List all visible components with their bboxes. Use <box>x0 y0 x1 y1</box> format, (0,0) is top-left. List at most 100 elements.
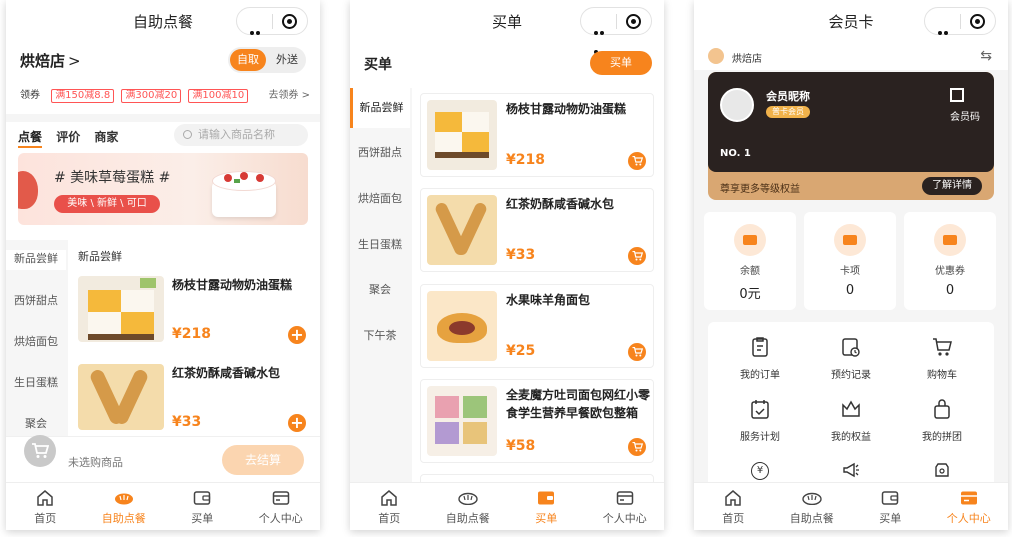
tab-profile[interactable]: 个人中心 <box>586 483 665 530</box>
menu-cart[interactable]: 购物车 <box>902 336 982 381</box>
bread-icon <box>85 488 164 508</box>
tab-pay[interactable]: 买单 <box>507 483 586 530</box>
calendar-check-icon <box>751 400 769 419</box>
member-level-badge: 普卡会员 <box>766 106 810 118</box>
product-card[interactable]: 红茶奶酥咸香碱水包 ¥33 <box>420 188 654 272</box>
add-to-cart-button[interactable] <box>628 247 646 265</box>
sidebar-item-afternoon-tea[interactable]: 下午茶 <box>350 327 410 343</box>
add-to-cart-button[interactable]: + <box>288 326 306 344</box>
banner-subtitle: 美味 \ 新鲜 \ 可口 <box>54 195 160 213</box>
product-image-mango-cake[interactable] <box>78 276 164 342</box>
wallet-icon <box>163 488 242 508</box>
service-grid: 我的订单 预约记录 购物车 服务计划 我的权益 我的拼团 ¥ <box>708 322 994 492</box>
tab-home[interactable]: 首页 <box>350 483 429 530</box>
add-to-cart-button[interactable] <box>628 343 646 361</box>
add-to-cart-button[interactable]: + <box>288 414 306 432</box>
toggle-pickup[interactable]: 自取 <box>230 49 266 71</box>
pay-button[interactable]: 买单 <box>590 51 652 75</box>
more-icon[interactable] <box>250 20 266 54</box>
store-selector[interactable]: 烘焙店 > <box>20 50 81 71</box>
tab-pay[interactable]: 买单 <box>851 483 930 530</box>
product-image-red-tea-bread[interactable] <box>78 364 164 430</box>
tab-self-order[interactable]: 自助点餐 <box>429 483 508 530</box>
get-coupon-link[interactable]: 去领券 > <box>268 86 310 101</box>
tab-pay[interactable]: 买单 <box>163 483 242 530</box>
product-price: ¥33 <box>172 414 202 430</box>
menu-group-buy[interactable]: 我的拼团 <box>902 398 982 443</box>
menu-service-plan[interactable]: 服务计划 <box>720 398 800 443</box>
learn-more-button[interactable]: 了解详情 <box>922 177 982 195</box>
order-tabs: 点餐 评价 商家 <box>18 128 118 148</box>
checkout-button[interactable]: 去结算 <box>222 445 304 475</box>
tab-profile[interactable]: 个人中心 <box>242 483 321 530</box>
switch-store-icon[interactable]: ⇆ <box>980 48 992 64</box>
product-card[interactable]: 杨枝甘露动物奶油蛋糕 ¥218 <box>420 93 654 177</box>
close-miniprogram-icon[interactable] <box>970 14 985 29</box>
tab-merchant[interactable]: 商家 <box>94 130 118 144</box>
card-number: NO. 1 <box>720 148 751 159</box>
cart-icon[interactable] <box>24 435 56 467</box>
qr-code-icon[interactable] <box>950 88 964 102</box>
store-avatar <box>708 48 724 64</box>
menu-reservations[interactable]: 预约记录 <box>811 336 891 381</box>
megaphone-icon[interactable] <box>842 462 860 478</box>
sidebar-item-party[interactable]: 聚会 <box>350 281 410 297</box>
close-miniprogram-icon[interactable] <box>282 14 297 29</box>
tab-profile[interactable]: 个人中心 <box>930 483 1009 530</box>
product-name[interactable]: 红茶奶酥咸香碱水包 <box>172 364 312 382</box>
stat-coupons[interactable]: 优惠券 0 <box>904 212 996 310</box>
add-to-cart-button[interactable] <box>628 438 646 456</box>
sidebar-item-pastry[interactable]: 西饼甜点 <box>6 292 66 308</box>
yuan-coin-icon[interactable]: ¥ <box>751 462 769 480</box>
member-code-label[interactable]: 会员码 <box>950 108 980 123</box>
mini-program-capsule[interactable] <box>580 7 652 54</box>
delivery-toggle[interactable]: 自取 外送 <box>228 47 306 73</box>
mini-program-capsule[interactable] <box>236 7 308 54</box>
product-name[interactable]: 杨枝甘露动物奶油蛋糕 <box>172 276 312 294</box>
more-icon[interactable] <box>938 20 954 54</box>
title-bar: 买单 <box>350 0 664 54</box>
more-icon[interactable] <box>594 20 610 54</box>
product-price: ¥218 <box>506 152 545 168</box>
product-name: 杨枝甘露动物奶油蛋糕 <box>506 102 627 116</box>
store-icon[interactable] <box>933 462 951 478</box>
sidebar-item-party[interactable]: 聚会 <box>6 415 66 431</box>
stat-balance[interactable]: 余额 0元 <box>704 212 796 310</box>
card-icon <box>930 488 1009 508</box>
stat-cards[interactable]: 卡项 0 <box>804 212 896 310</box>
sidebar-item-birthday-cake[interactable]: 生日蛋糕 <box>350 236 410 252</box>
tab-self-order[interactable]: 自助点餐 <box>85 483 164 530</box>
product-card[interactable]: 水果味羊角面包 ¥25 <box>420 284 654 368</box>
product-image-mango-cake <box>427 100 497 170</box>
sidebar-item-new[interactable]: 新品尝鲜 <box>350 88 410 128</box>
tab-home[interactable]: 首页 <box>6 483 85 530</box>
product-name: 红茶奶酥咸香碱水包 <box>506 197 615 211</box>
tab-self-order[interactable]: 自助点餐 <box>773 483 852 530</box>
member-card[interactable]: 会员昵称 普卡会员 会员码 NO. 1 尊享更多等级权益 了解详情 <box>708 72 994 200</box>
menu-my-orders[interactable]: 我的订单 <box>720 336 800 381</box>
tab-reviews[interactable]: 评价 <box>56 130 80 144</box>
close-miniprogram-icon[interactable] <box>626 14 641 29</box>
tab-order[interactable]: 点餐 <box>18 130 43 148</box>
mini-program-capsule[interactable] <box>924 7 996 54</box>
sidebar-item-new[interactable]: 新品尝鲜 <box>6 250 66 270</box>
menu-my-benefits[interactable]: 我的权益 <box>811 398 891 443</box>
tab-home[interactable]: 首页 <box>694 483 773 530</box>
cart-bar: 未选购商品 去结算 <box>6 435 320 482</box>
coupon-tag[interactable]: 满150减8.8 <box>51 89 115 103</box>
add-to-cart-button[interactable] <box>628 152 646 170</box>
promo-banner[interactable]: # 美味草莓蛋糕 # 美味 \ 新鲜 \ 可口 <box>18 153 308 225</box>
coupon-tag[interactable]: 满100减10 <box>188 89 249 103</box>
product-price: ¥218 <box>172 326 211 342</box>
cart-empty-text: 未选购商品 <box>68 456 123 469</box>
sidebar-item-bread[interactable]: 烘焙面包 <box>350 190 410 206</box>
coupon-tag[interactable]: 满300减20 <box>121 89 182 103</box>
calendar-clock-icon <box>842 338 860 357</box>
sidebar-item-bread[interactable]: 烘焙面包 <box>6 333 66 349</box>
toggle-delivery[interactable]: 外送 <box>270 49 304 71</box>
cart-icon <box>632 251 643 261</box>
product-card[interactable]: 全麦魔方吐司面包网红小零食学生营养早餐欧包整箱 ¥58 <box>420 379 654 463</box>
search-input[interactable]: 请输入商品名称 <box>174 124 308 146</box>
sidebar-item-birthday-cake[interactable]: 生日蛋糕 <box>6 374 66 390</box>
sidebar-item-pastry[interactable]: 西饼甜点 <box>350 144 410 160</box>
